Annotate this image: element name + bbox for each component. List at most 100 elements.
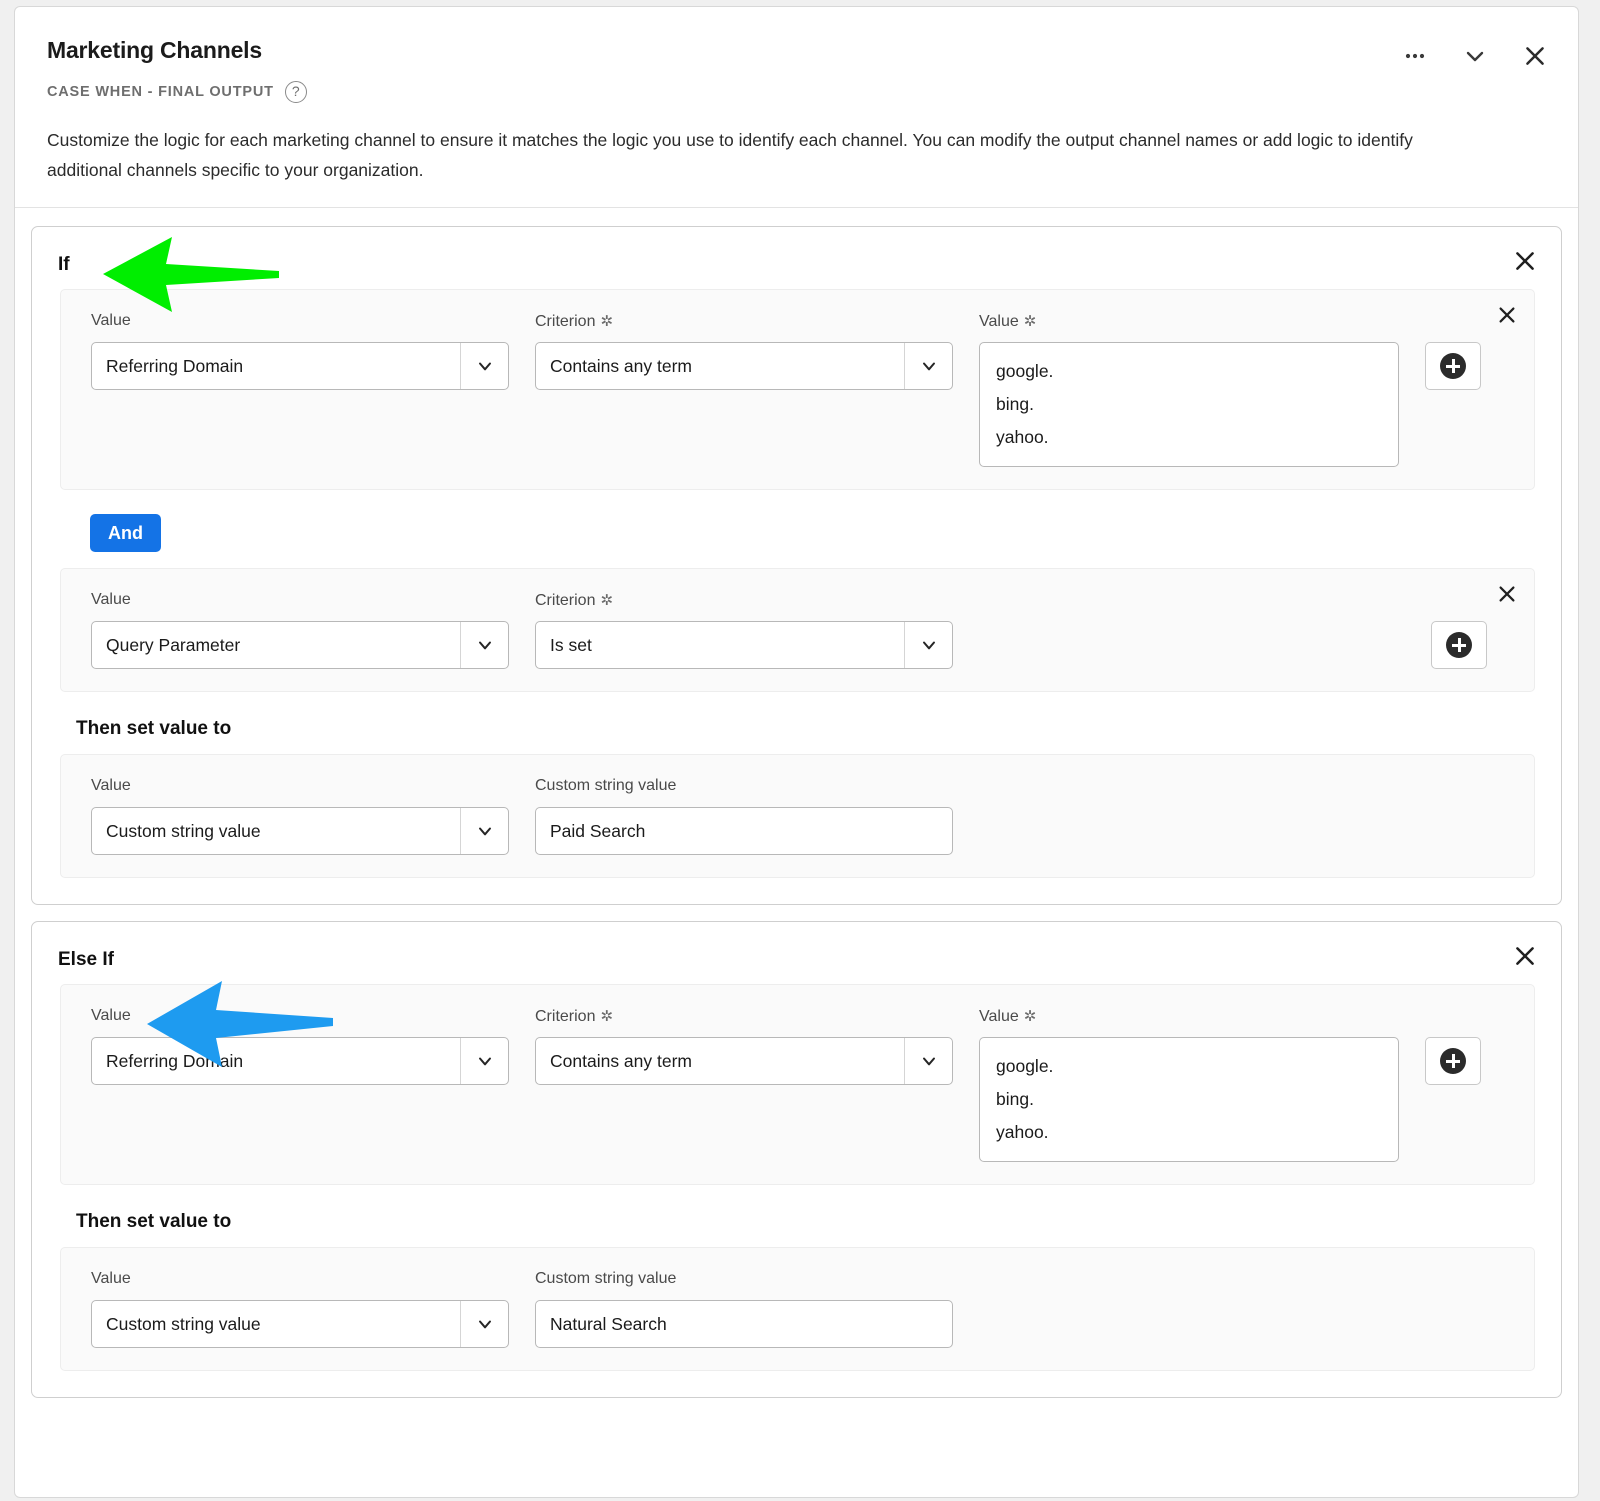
field-then-value: Value Custom string value [91,1270,509,1348]
then-value-select[interactable]: Custom string value [91,1300,509,1348]
then-wrapper: Value Custom string value Custom string … [32,1247,1561,1371]
criterion-text: Criterion [535,1008,596,1025]
criterion-text: Criterion [535,592,596,609]
field-label-value: Value [91,591,131,608]
criterion-select[interactable]: Is set [535,621,953,669]
branch-else-if-close-button[interactable] [1511,942,1539,970]
required-mark: ✲ [1023,1008,1037,1025]
required-mark: ✲ [1023,313,1037,330]
field-criterion: Criterion ✲ Contains any term [535,312,953,390]
criterion-text: Criterion [535,313,596,330]
chevron-down-icon[interactable] [1462,43,1488,69]
value-select-text: Query Parameter [106,634,241,655]
criterion-select[interactable]: Contains any term [535,342,953,390]
field-label-value-terms: Value ✲ [979,1007,1399,1027]
then-value-select-text: Custom string value [106,820,261,841]
condition-row: Value Query Parameter Criterion ✲ Is set [60,568,1535,692]
value-text: Value [979,1008,1019,1025]
operator-row: And [32,490,1561,568]
required-mark: ✲ [600,592,614,609]
field-custom-string-value: Custom string value Natural Search [535,1270,953,1348]
value-select[interactable]: Referring Domain [91,342,509,390]
required-mark: ✲ [600,1008,614,1025]
dialog-header: Marketing Channels CASE WHEN - FINAL OUT… [15,7,1578,208]
branch-else-if-header: Else If [32,922,1561,984]
add-condition-value-button[interactable] [1425,1037,1481,1085]
branch-if-close-button[interactable] [1511,247,1539,275]
chevron-down-icon [460,808,508,854]
field-value: Value Query Parameter [91,591,509,669]
field-criterion: Criterion ✲ Is set [535,591,953,669]
plus-icon [1440,1048,1466,1074]
dialog-subtitle: CASE WHEN - FINAL OUTPUT [47,84,274,100]
value-select-text: Referring Domain [106,355,244,376]
add-condition-value-button[interactable] [1431,621,1487,669]
field-value-terms: Value ✲ google. bing. yahoo. [979,312,1399,467]
then-set-value-to-title: Then set value to [76,718,232,739]
then-value-select[interactable]: Custom string value [91,807,509,855]
chevron-down-icon [460,1038,508,1084]
then-wrapper: Value Custom string value Custom string … [32,754,1561,878]
criterion-select-text: Contains any term [550,1050,693,1071]
field-label-value: Value [91,1270,131,1287]
help-circle-icon[interactable]: ? [284,81,307,103]
plus-icon [1446,632,1472,658]
criterion-select-text: Is set [550,634,592,655]
add-condition-value-button[interactable] [1425,342,1481,390]
condition-wrapper: Value Referring Domain Criterion ✲ Conta… [32,984,1561,1185]
value-select[interactable]: Referring Domain [91,1037,509,1085]
then-row: Value Custom string value Custom string … [60,1247,1535,1371]
field-value: Value Referring Domain [91,312,509,390]
ellipsis-icon[interactable] [1402,43,1428,69]
field-then-value: Value Custom string value [91,777,509,855]
field-label-value-terms: Value ✲ [979,312,1399,332]
condition-row: Value Referring Domain Criterion ✲ Conta… [60,984,1535,1185]
chevron-down-icon [460,343,508,389]
dialog-description: Customize the logic for each marketing c… [47,130,1413,180]
field-value-terms: Value ✲ google. bing. yahoo. [979,1007,1399,1162]
dialog-subtitle-row: CASE WHEN - FINAL OUTPUT ? [47,81,1548,103]
chevron-down-icon [460,1301,508,1347]
criterion-select[interactable]: Contains any term [535,1037,953,1085]
custom-string-value-input[interactable]: Natural Search [535,1300,953,1348]
chevron-down-icon [904,622,952,668]
branch-else-if: Else If Value Referring Domain Criterion… [31,921,1562,1398]
custom-string-value-input[interactable]: Paid Search [535,807,953,855]
dialog-header-actions [1402,43,1548,69]
close-icon[interactable] [1522,43,1548,69]
plus-icon [1440,353,1466,379]
value-text: Value [979,313,1019,330]
value-terms-textarea[interactable]: google. bing. yahoo. [979,342,1399,467]
dialog-body: If Value Referring Domain Criterion ✲ Co… [15,208,1578,1430]
field-label-value: Value [91,312,131,329]
condition-wrapper: Value Query Parameter Criterion ✲ Is set [32,568,1561,692]
condition-close-button[interactable] [1494,302,1520,328]
condition-wrapper: Value Referring Domain Criterion ✲ Conta… [32,289,1561,490]
then-set-value-to-title: Then set value to [76,1211,232,1232]
marketing-channels-dialog: Marketing Channels CASE WHEN - FINAL OUT… [14,6,1579,1498]
field-label-custom-string-value: Custom string value [535,1270,677,1287]
required-mark: ✲ [600,313,614,330]
chevron-down-icon [904,343,952,389]
value-terms-textarea[interactable]: google. bing. yahoo. [979,1037,1399,1162]
branch-if: If Value Referring Domain Criterion ✲ Co… [31,226,1562,905]
page-title: Marketing Channels [47,37,262,63]
then-value-select-text: Custom string value [106,1313,261,1334]
then-row: Value Custom string value Custom string … [60,754,1535,878]
branch-else-if-label: Else If [58,949,114,970]
branch-if-label: If [58,254,70,275]
condition-close-button[interactable] [1494,581,1520,607]
field-label-criterion: Criterion ✲ [535,1007,953,1027]
field-label-criterion: Criterion ✲ [535,591,953,611]
field-label-value: Value [91,1007,131,1024]
field-label-custom-string-value: Custom string value [535,777,677,794]
field-value: Value Referring Domain [91,1007,509,1085]
value-select-text: Referring Domain [106,1050,244,1071]
value-select[interactable]: Query Parameter [91,621,509,669]
screenshot-root: Marketing Channels CASE WHEN - FINAL OUT… [0,0,1600,1501]
chevron-down-icon [460,622,508,668]
operator-and-button[interactable]: And [90,514,161,552]
condition-row: Value Referring Domain Criterion ✲ Conta… [60,289,1535,490]
branch-if-header: If [32,227,1561,289]
field-criterion: Criterion ✲ Contains any term [535,1007,953,1085]
